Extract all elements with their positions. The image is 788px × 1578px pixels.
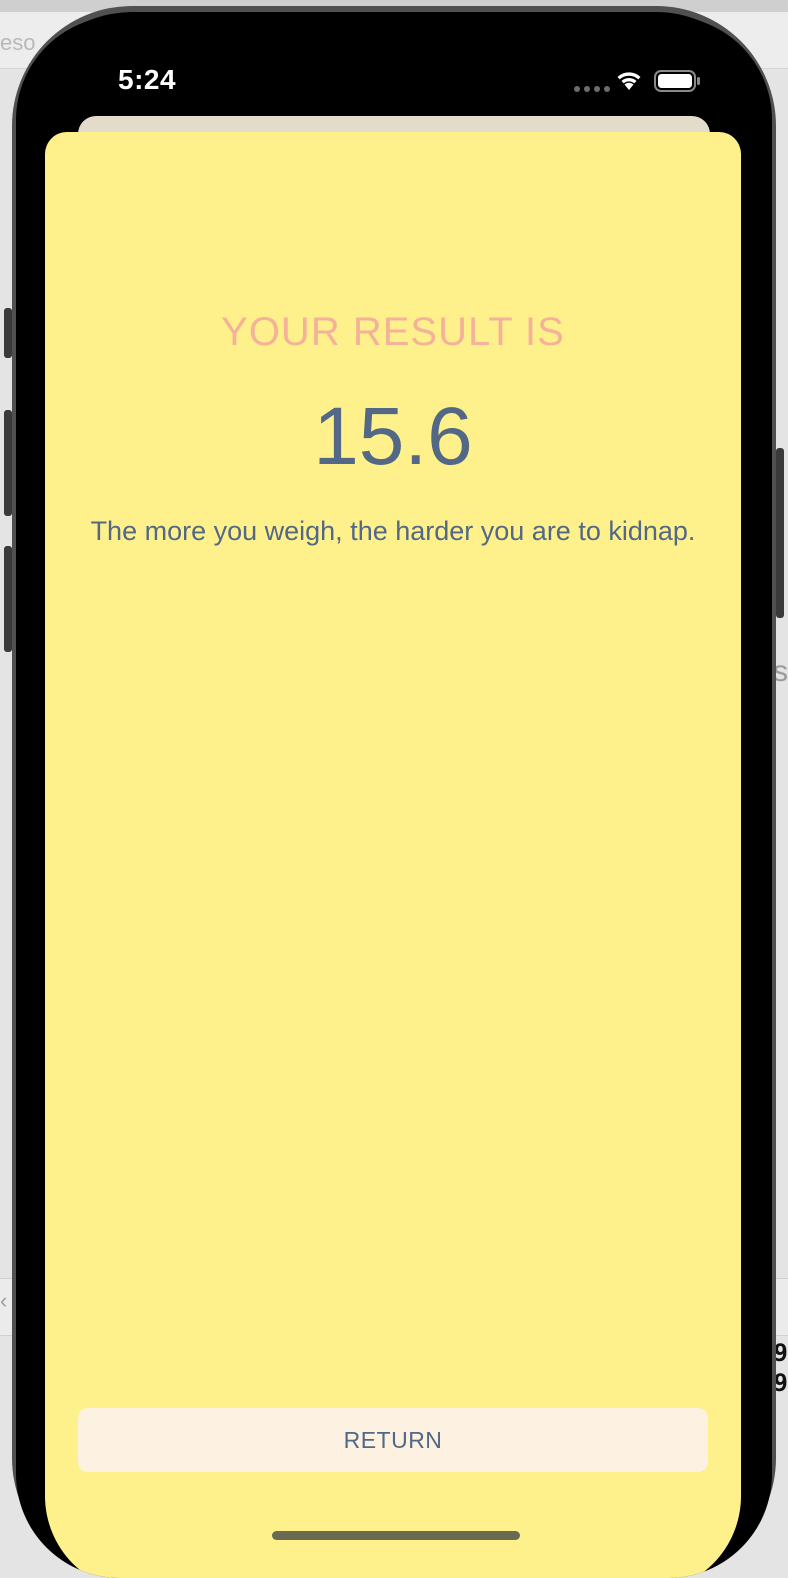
home-indicator[interactable]: [272, 1531, 520, 1540]
power-button: [776, 448, 784, 618]
volume-up-button: [4, 410, 12, 516]
wifi-icon: [617, 72, 641, 90]
result-sheet: YOUR RESULT IS 15.6 The more you weigh, …: [45, 132, 741, 1578]
return-button[interactable]: RETURN: [78, 1408, 708, 1472]
chevron-left-icon: ‹: [0, 1288, 8, 1313]
status-time: 5:24: [118, 64, 177, 95]
battery-icon: [654, 70, 700, 92]
mute-switch: [4, 308, 12, 358]
result-title: YOUR RESULT IS: [221, 310, 565, 354]
cellular-signal-icon: [574, 86, 610, 92]
phone-screen: 5:24 YOUR RESULT IS 15.6 The more you we…: [16, 16, 772, 1578]
volume-down-button: [4, 546, 12, 652]
result-message: The more you weigh, the harder you are t…: [90, 516, 696, 546]
result-value: 15.6: [313, 391, 473, 482]
background-text-fragment: eso: [0, 30, 36, 55]
